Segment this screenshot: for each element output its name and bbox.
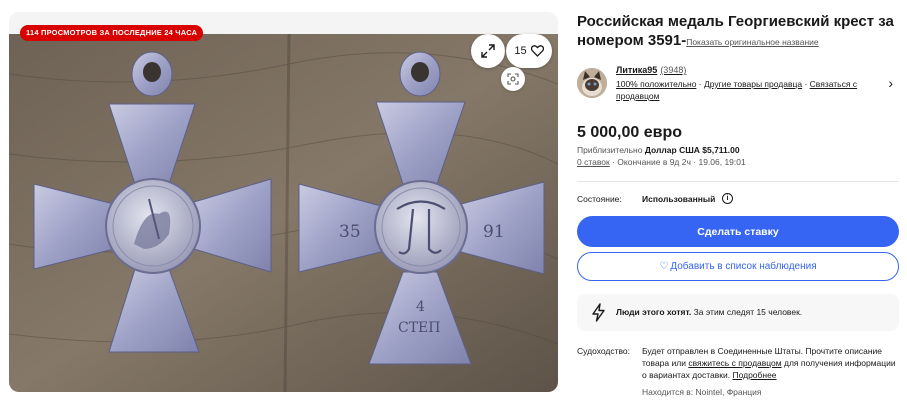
seller-name-text[interactable]: Литика95 bbox=[616, 65, 657, 75]
image-search-button[interactable] bbox=[501, 67, 525, 91]
place-bid-button[interactable]: Сделать ставку bbox=[577, 216, 899, 247]
item-location: Находится в: Nointel, Франция bbox=[642, 387, 762, 397]
show-original-title-link[interactable]: Показать оригинальное название bbox=[686, 37, 818, 47]
medal-photo[interactable]: 35 91 4 СТЕП bbox=[9, 34, 558, 392]
seller-card[interactable]: Литика95 (3948) 100% положительно · Други… bbox=[577, 63, 899, 107]
bids-and-ending: 0 ставок · Окончание в 9д 2ч · 19.06, 19… bbox=[577, 157, 746, 167]
seller-links: 100% положительно · Другие товары продав… bbox=[616, 79, 858, 101]
expand-icon bbox=[481, 44, 495, 58]
auction-ending: Окончание в 9д 2ч · 19.06, 19:01 bbox=[617, 157, 746, 167]
svg-text:35: 35 bbox=[339, 222, 361, 242]
expand-button[interactable] bbox=[471, 34, 505, 68]
heart-icon: ♡ bbox=[659, 261, 669, 272]
shipping-text: Будет отправлен в Соединенные Штаты. Про… bbox=[642, 345, 897, 381]
views-badge: 114 ПРОСМОТРОВ ЗА ПОСЛЕДНИЕ 24 ЧАСА bbox=[20, 25, 204, 41]
add-to-watchlist-button[interactable]: ♡ Добавить в список наблюдения bbox=[577, 252, 899, 281]
popularity-bold: Люди этого хотят. bbox=[616, 307, 692, 317]
contact-seller-shipping-link[interactable]: свяжитесь с продавцом bbox=[688, 358, 781, 368]
info-icon[interactable]: i bbox=[722, 193, 733, 204]
seller-positive-link[interactable]: 100% положительно bbox=[616, 79, 696, 89]
shipping-label: Судоходство: bbox=[577, 346, 631, 356]
listing-title: Российская медаль Георгиевский крест за … bbox=[577, 12, 899, 52]
approx-usd: Доллар США $5,711.00 bbox=[644, 145, 740, 155]
popularity-detail: За этим следят 15 человек. bbox=[693, 307, 803, 317]
cat-avatar-icon bbox=[577, 68, 607, 98]
item-details: Российская медаль Георгиевский крест за … bbox=[577, 0, 902, 400]
svg-text:4: 4 bbox=[416, 299, 425, 315]
bids-count-link[interactable]: 0 ставок bbox=[577, 157, 610, 167]
svg-text:91: 91 bbox=[483, 222, 505, 242]
watchlist-label: Добавить в список наблюдения bbox=[670, 261, 817, 272]
seller-name[interactable]: Литика95 (3948) bbox=[616, 65, 686, 75]
condition-label: Состояние: bbox=[577, 194, 622, 204]
camera-search-icon bbox=[507, 73, 519, 85]
watch-count: 15 bbox=[514, 45, 527, 57]
lightning-icon bbox=[592, 303, 605, 322]
seller-other-items-link[interactable]: Другие товары продавца bbox=[704, 79, 802, 89]
condition-value: Использованный bbox=[642, 194, 716, 204]
current-price: 5 000,00 евро bbox=[577, 124, 683, 141]
approx-price: Приблизительно Доллар США $5,711.00 bbox=[577, 145, 740, 155]
image-gallery: 35 91 4 СТЕП 114 ПРОСМОТРОВ ЗА ПОСЛЕДНИЕ… bbox=[9, 12, 558, 392]
watch-count-button[interactable]: 15 bbox=[506, 34, 552, 68]
popularity-banner: Люди этого хотят. За этим следят 15 чело… bbox=[577, 294, 899, 331]
seller-feedback-count: (3948) bbox=[660, 65, 687, 75]
approx-label: Приблизительно bbox=[577, 145, 643, 155]
divider bbox=[577, 181, 899, 182]
svg-text:СТЕП: СТЕП bbox=[398, 320, 440, 336]
popularity-text: Люди этого хотят. За этим следят 15 чело… bbox=[616, 307, 802, 317]
seller-avatar[interactable] bbox=[577, 68, 607, 98]
heart-icon bbox=[530, 45, 544, 57]
chevron-right-icon[interactable]: › bbox=[888, 75, 893, 91]
shipping-details-link[interactable]: Подробнее bbox=[732, 370, 776, 380]
